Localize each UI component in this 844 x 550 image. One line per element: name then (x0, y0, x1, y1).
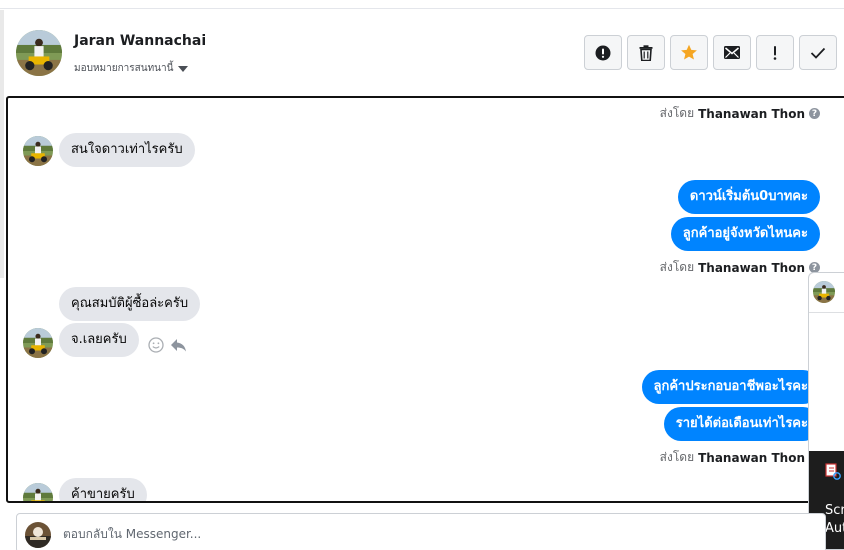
popup-header[interactable] (809, 273, 844, 313)
page-avatar-icon (25, 522, 51, 548)
sent-by-note: ส่งโดย Thanawan Thon ? (660, 258, 820, 277)
outgoing-message[interactable]: ลูกค้าประกอบอาชีพอะไรคะ (641, 370, 820, 404)
popup-text-line1: Scr (825, 503, 844, 518)
mark-spam-button[interactable] (584, 35, 622, 70)
outgoing-message[interactable]: ลูกค้าอยู่จังหวัดไหนคะ (670, 217, 820, 251)
avatar-photo-icon (23, 136, 53, 166)
incoming-message[interactable]: จ.เลยครับ (59, 323, 139, 357)
exclamation-icon (773, 45, 777, 60)
message-actions (148, 337, 187, 353)
help-icon[interactable]: ? (809, 108, 820, 119)
avatar-photo-icon (16, 30, 62, 76)
star-icon (681, 44, 697, 60)
message-thread[interactable]: ส่งโดย Thanawan Thon ? สนใจดาวเท่าไรครับ… (6, 96, 844, 503)
page-avatar (25, 522, 51, 548)
mark-unread-button[interactable] (713, 35, 751, 70)
incoming-message[interactable]: สนใจดาวเท่าไรครับ (59, 133, 195, 167)
chat-popup-panel[interactable]: Scr Aut (808, 272, 844, 550)
smiley-reaction-icon[interactable] (148, 337, 164, 353)
reply-bar (16, 513, 826, 550)
contact-avatar-small[interactable] (23, 136, 53, 166)
outgoing-message[interactable]: ดาวน์เริ่มต้น0บาทคะ (677, 180, 820, 214)
left-scroll-strip[interactable] (0, 10, 4, 278)
sender-name: Thanawan Thon (698, 450, 805, 465)
conversation-toolbar (584, 35, 842, 70)
avatar-photo-icon (23, 483, 53, 503)
sender-name: Thanawan Thon (698, 260, 805, 275)
contact-avatar[interactable] (16, 30, 62, 76)
star-button[interactable] (670, 35, 708, 70)
exclamation-circle-icon (595, 45, 611, 60)
sent-by-note: ส่งโดย Thanawan Thon ? (660, 104, 820, 123)
sent-by-prefix: ส่งโดย (659, 260, 695, 274)
reply-input[interactable] (63, 524, 803, 544)
popup-avatar (813, 281, 835, 303)
avatar-photo-icon (813, 281, 835, 303)
incoming-message[interactable]: คุณสมบัติผู้ซื้อล่ะครับ (59, 287, 201, 321)
snipping-tool-icon (825, 463, 841, 480)
inbox-conversation-view: Jaran Wannachai มอบหมายการสนทนานี้ ส่งโด… (0, 0, 844, 550)
contact-avatar-small[interactable] (23, 483, 53, 503)
sent-by-note: ส่งโดย Thanawan Thon ? (660, 448, 820, 467)
popup-text-line2: Aut (825, 521, 844, 536)
sender-name: Thanawan Thon (698, 106, 805, 121)
reply-arrow-icon[interactable] (170, 338, 187, 352)
envelope-icon (724, 46, 740, 59)
top-divider (0, 8, 844, 9)
follow-up-button[interactable] (756, 35, 794, 70)
trash-icon (639, 44, 653, 61)
outgoing-message[interactable]: รายได้ต่อเดือนเท่าไรคะ (663, 407, 820, 441)
sent-by-prefix: ส่งโดย (659, 106, 695, 120)
assign-conversation-dropdown[interactable]: มอบหมายการสนทนานี้ (74, 61, 189, 76)
mark-done-button[interactable] (799, 35, 837, 70)
incoming-message[interactable]: ค้าขายครับ (59, 478, 147, 501)
delete-button[interactable] (627, 35, 665, 70)
contact-avatar-small[interactable] (23, 328, 53, 358)
sent-by-prefix: ส่งโดย (659, 450, 695, 464)
caret-down-icon (178, 65, 189, 72)
contact-name[interactable]: Jaran Wannachai (74, 33, 206, 49)
avatar-photo-icon (23, 328, 53, 358)
check-icon (810, 47, 826, 59)
assign-label: มอบหมายการสนทนานี้ (74, 63, 174, 74)
